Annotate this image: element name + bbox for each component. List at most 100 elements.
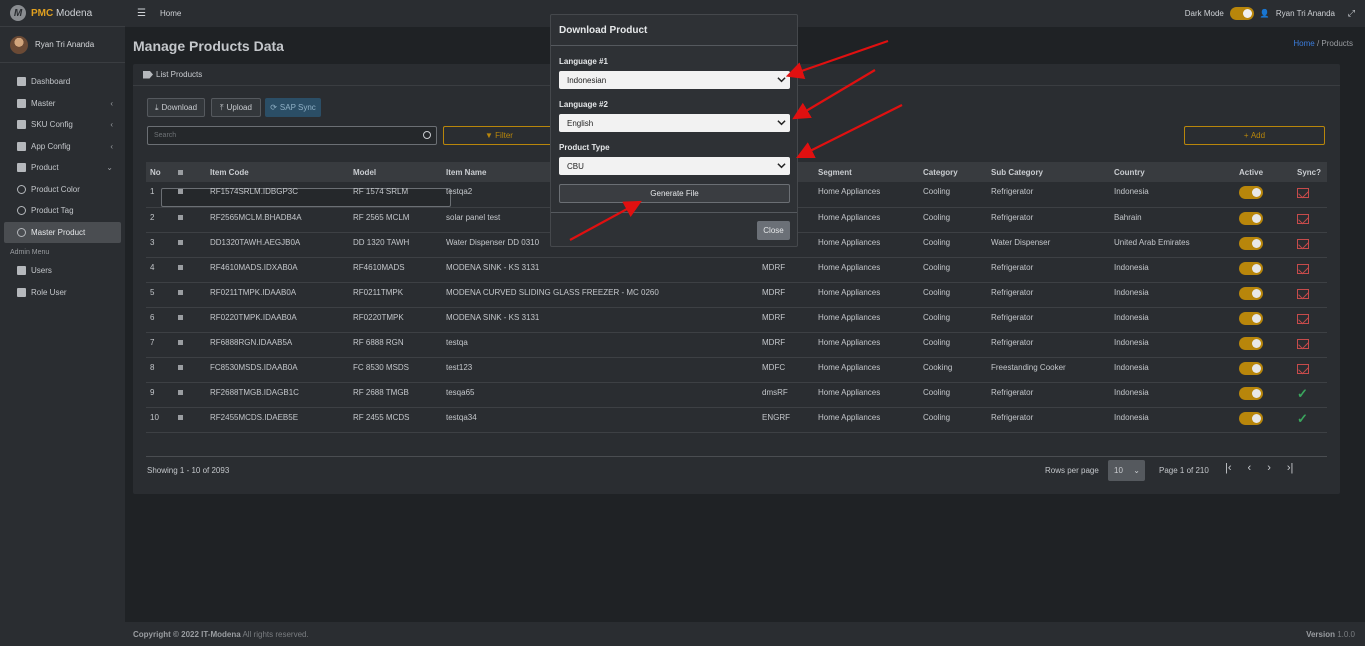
country-cell: Indonesia bbox=[1110, 332, 1235, 358]
sidebar-item-product-tag[interactable]: Product Tag bbox=[4, 200, 121, 222]
row-select-cell[interactable] bbox=[174, 307, 206, 333]
active-toggle-cell[interactable] bbox=[1235, 182, 1293, 208]
segment-cell: Home Appliances bbox=[814, 382, 919, 408]
active-toggle-cell[interactable] bbox=[1235, 382, 1293, 408]
sidebar-item-master[interactable]: Master ‹ bbox=[4, 93, 121, 115]
row-select-cell[interactable] bbox=[174, 182, 206, 208]
mail-error-icon bbox=[1297, 188, 1309, 198]
table-row[interactable]: 4 RF4610MADS.IDXAB0A RF4610MADS MODENA SINK… bbox=[146, 257, 1327, 283]
column-header[interactable]: Item Code bbox=[206, 162, 349, 182]
brand[interactable]: M PMC Modena bbox=[0, 0, 125, 27]
table-row[interactable]: 5 RF0211TMPK.IDAAB0A RF0211TMPK MODENA CURV… bbox=[146, 282, 1327, 308]
row-select-cell[interactable] bbox=[174, 257, 206, 283]
column-header[interactable]: Model bbox=[349, 162, 442, 182]
table-row[interactable]: 10 RF2455MCDS.IDAEB5E RF 2455 MCDS testqa34… bbox=[146, 407, 1327, 433]
close-button[interactable]: Close bbox=[757, 221, 790, 240]
active-toggle[interactable] bbox=[1239, 386, 1263, 400]
first-page-icon[interactable]: |‹ bbox=[1225, 462, 1232, 474]
active-toggle[interactable] bbox=[1239, 236, 1263, 250]
item-name-cell: testqa bbox=[442, 332, 758, 358]
generate-file-button[interactable]: Generate File bbox=[559, 184, 790, 203]
prev-page-icon[interactable]: ‹ bbox=[1248, 462, 1252, 474]
checkbox-icon[interactable] bbox=[178, 339, 183, 345]
row-select-cell[interactable] bbox=[174, 282, 206, 308]
filter-button[interactable]: ▼ Filter bbox=[443, 126, 555, 145]
checkbox-icon[interactable] bbox=[178, 364, 183, 370]
active-toggle-cell[interactable] bbox=[1235, 332, 1293, 358]
topbar-home-link[interactable]: Home bbox=[160, 9, 181, 18]
column-header-select[interactable] bbox=[174, 162, 206, 182]
active-toggle-cell[interactable] bbox=[1235, 257, 1293, 283]
checkbox-icon[interactable] bbox=[178, 289, 183, 295]
active-toggle[interactable] bbox=[1239, 286, 1263, 300]
sidebar-item-users[interactable]: Users bbox=[4, 260, 121, 282]
sap-sync-button[interactable]: ⟳ SAP Sync bbox=[265, 98, 321, 117]
row-select-cell[interactable] bbox=[174, 232, 206, 258]
active-toggle[interactable] bbox=[1239, 411, 1263, 425]
row-select-cell[interactable] bbox=[174, 357, 206, 383]
table-row[interactable]: 9 RF2688TMGB.IDAGB1C RF 2688 TMGB tesqa65 dm… bbox=[146, 382, 1327, 408]
product-type-select[interactable]: CBU bbox=[559, 157, 790, 175]
active-toggle-cell[interactable] bbox=[1235, 282, 1293, 308]
active-toggle-cell[interactable] bbox=[1235, 307, 1293, 333]
row-select-cell[interactable] bbox=[174, 332, 206, 358]
row-select-cell[interactable] bbox=[174, 207, 206, 233]
table-row[interactable]: 8 FC8530MSDS.IDAAB0A FC 8530 MSDS test123 MD… bbox=[146, 357, 1327, 383]
active-toggle[interactable] bbox=[1239, 261, 1263, 275]
checkbox-icon[interactable] bbox=[178, 389, 183, 395]
topbar-user-name[interactable]: Ryan Tri Ananda bbox=[1276, 9, 1335, 18]
column-header[interactable]: No bbox=[146, 162, 174, 182]
rows-per-page-select[interactable]: 10 ⌄ bbox=[1108, 460, 1145, 481]
upload-button[interactable]: ⤒ Upload bbox=[211, 98, 261, 117]
column-header[interactable]: Country bbox=[1110, 162, 1235, 182]
sidebar-item-app-config[interactable]: App Config ‹ bbox=[4, 136, 121, 158]
checkbox-icon[interactable] bbox=[178, 189, 183, 194]
brand-code-cell: MDRF bbox=[758, 257, 814, 283]
active-toggle[interactable] bbox=[1239, 311, 1263, 325]
add-button[interactable]: + Add bbox=[1184, 126, 1325, 145]
column-header[interactable]: Active bbox=[1235, 162, 1293, 182]
active-toggle-cell[interactable] bbox=[1235, 357, 1293, 383]
table-row[interactable]: 7 RF6888RGN.IDAAB5A RF 6888 RGN testqa MDRF H… bbox=[146, 332, 1327, 358]
dark-mode-toggle[interactable] bbox=[1229, 7, 1254, 20]
checkbox-icon[interactable] bbox=[178, 414, 183, 420]
sidebar-item-master-product[interactable]: Master Product bbox=[4, 221, 121, 243]
sidebar-item-dashboard[interactable]: Dashboard bbox=[4, 71, 121, 93]
active-toggle-cell[interactable] bbox=[1235, 407, 1293, 433]
language-2-select[interactable]: English bbox=[559, 114, 790, 132]
hamburger-icon[interactable]: ☰ bbox=[137, 8, 146, 19]
fullscreen-icon[interactable]: ⤢ bbox=[1348, 8, 1355, 19]
language-1-select[interactable]: Indonesian bbox=[559, 71, 790, 89]
mail-error-icon bbox=[1297, 363, 1309, 374]
sidebar-item-product-color[interactable]: Product Color bbox=[4, 179, 121, 201]
column-header[interactable]: Segment bbox=[814, 162, 919, 182]
active-toggle-cell[interactable] bbox=[1235, 207, 1293, 233]
sidebar-user[interactable]: Ryan Tri Ananda bbox=[0, 27, 125, 63]
column-header[interactable]: Sub Category bbox=[987, 162, 1110, 182]
checkbox-icon[interactable] bbox=[178, 264, 183, 270]
checkbox-icon[interactable] bbox=[178, 314, 183, 320]
active-toggle[interactable] bbox=[1239, 361, 1263, 375]
checkbox-icon[interactable] bbox=[178, 239, 183, 245]
download-button[interactable]: ⤓ Download bbox=[147, 98, 205, 117]
checkbox-icon[interactable] bbox=[178, 214, 183, 220]
column-header[interactable]: Sync? bbox=[1293, 162, 1327, 182]
sidebar-item-sku-config[interactable]: SKU Config ‹ bbox=[4, 114, 121, 136]
breadcrumb-home[interactable]: Home bbox=[1293, 39, 1314, 48]
column-header[interactable]: Category bbox=[919, 162, 987, 182]
active-toggle[interactable] bbox=[1239, 211, 1263, 225]
last-page-icon[interactable]: ›| bbox=[1287, 462, 1294, 474]
brand-logo: M bbox=[10, 5, 26, 21]
sidebar-item-role-user[interactable]: Role User bbox=[4, 282, 121, 304]
active-toggle[interactable] bbox=[1239, 186, 1263, 199]
sidebar-item-product[interactable]: Product ⌄ bbox=[4, 157, 121, 179]
active-toggle[interactable] bbox=[1239, 336, 1263, 350]
row-select-cell[interactable] bbox=[174, 407, 206, 433]
active-toggle-cell[interactable] bbox=[1235, 232, 1293, 258]
table-row[interactable]: 6 RF0220TMPK.IDAAB0A RF0220TMPK MODENA SINK… bbox=[146, 307, 1327, 333]
next-page-icon[interactable]: › bbox=[1267, 462, 1271, 474]
model-cell: RF0220TMPK bbox=[349, 307, 442, 333]
breadcrumb-current: Products bbox=[1321, 39, 1353, 48]
upload-icon: ⤒ bbox=[220, 102, 224, 112]
row-select-cell[interactable] bbox=[174, 382, 206, 408]
